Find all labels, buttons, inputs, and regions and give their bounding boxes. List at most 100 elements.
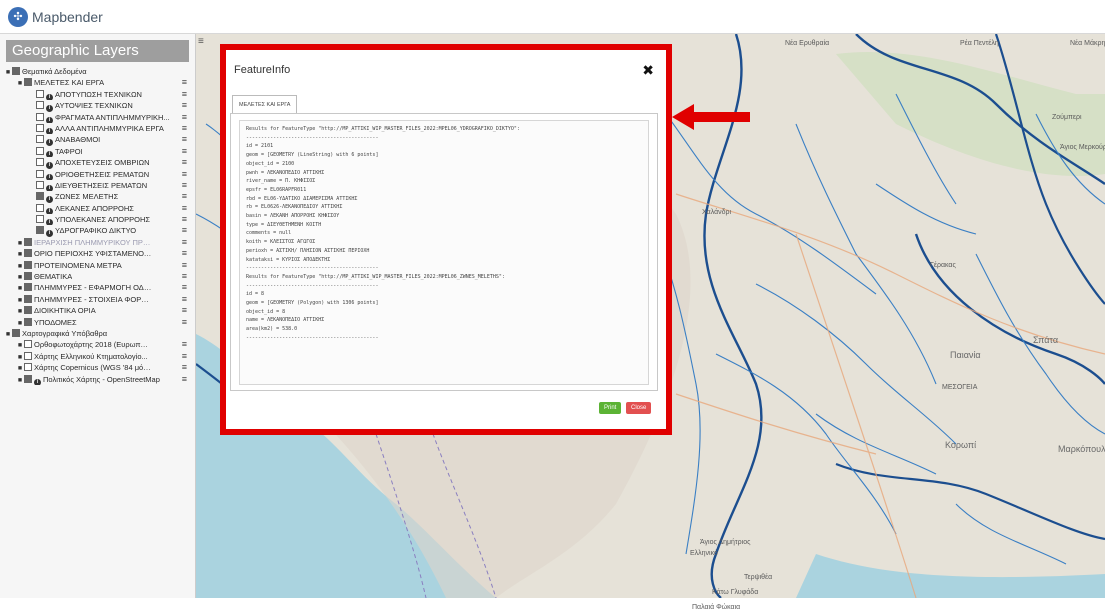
layer-menu-icon[interactable]: ≡ xyxy=(182,294,187,305)
layer-checkbox[interactable] xyxy=(36,135,44,144)
layer-checkbox[interactable] xyxy=(36,226,44,235)
layer-tree-item[interactable]: i ΥΔΡΟΓΡΑΦΙΚΟ ΔΙΚΤΥΟ ≡ xyxy=(0,225,195,237)
layer-menu-icon[interactable]: ≡ xyxy=(182,77,187,88)
layer-tree-item[interactable]: i ΑΝΑΒΑΘΜΟΙ ≡ xyxy=(0,134,195,146)
layer-tree-item[interactable]: i ΦΡΑΓΜΑΤΑ ΑΝΤΙΠΛΗΜΜΥΡΙΚΗ... ≡ xyxy=(0,112,195,123)
layer-checkbox[interactable] xyxy=(36,123,44,132)
layer-checkbox[interactable] xyxy=(24,351,32,360)
layer-menu-icon[interactable]: ≡ xyxy=(182,374,187,385)
layer-checkbox[interactable] xyxy=(36,169,44,178)
close-button[interactable]: Close xyxy=(626,402,652,414)
layer-checkbox[interactable] xyxy=(24,78,32,87)
layer-menu-icon[interactable]: ≡ xyxy=(182,89,187,100)
layer-tree-item[interactable]: i ΑΥΤΟΨΙΕΣ ΤΕΧΝΙΚΩΝ ≡ xyxy=(0,100,195,112)
print-button[interactable]: Print xyxy=(599,402,622,414)
layer-menu-icon[interactable]: ≡ xyxy=(182,134,187,145)
folder-icon[interactable]: ■ xyxy=(16,283,24,293)
layer-checkbox[interactable] xyxy=(36,89,44,98)
layer-checkbox[interactable] xyxy=(24,374,32,383)
sidebar-toggle-icon[interactable]: ≡ xyxy=(198,36,204,47)
info-icon[interactable]: i xyxy=(34,378,41,385)
layer-menu-icon[interactable]: ≡ xyxy=(182,317,187,328)
layer-checkbox[interactable] xyxy=(36,203,44,212)
layer-checkbox[interactable] xyxy=(36,146,44,155)
layer-menu-icon[interactable]: ≡ xyxy=(182,271,187,282)
layer-tree-item[interactable]: ■ Χάρτης Copernicus (WGS '84 μόν... ≡ xyxy=(0,362,195,373)
layer-tree-item[interactable]: ■ Ορθοφωτοχάρτης 2018 (Ευρωπαϊ... ≡ xyxy=(0,339,195,350)
layer-tree-item[interactable]: i ΖΩΝΕΣ ΜΕΛΕΤΗΣ ≡ xyxy=(0,191,195,203)
layer-menu-icon[interactable]: ≡ xyxy=(182,214,187,225)
layer-menu-icon[interactable]: ≡ xyxy=(182,248,187,259)
folder-icon[interactable]: ■ xyxy=(16,340,24,350)
layer-tree-item[interactable]: i ΟΡΙΟΘΕΤΗΣΕΙΣ ΡΕΜΑΤΩΝ ≡ xyxy=(0,169,195,180)
layer-menu-icon[interactable]: ≡ xyxy=(182,260,187,271)
layer-tree-item[interactable]: i ΤΑΦΡΟΙ ≡ xyxy=(0,146,195,158)
folder-icon[interactable]: ■ xyxy=(16,272,24,282)
layer-tree-item[interactable]: i ΔΙΕΥΘΕΤΗΣΕΙΣ ΡΕΜΑΤΩΝ ≡ xyxy=(0,180,195,192)
layer-tree-item[interactable]: i ΑΠΟΤΥΠΩΣΗ ΤΕΧΝΙΚΩΝ ≡ xyxy=(0,89,195,101)
folder-icon[interactable]: ■ xyxy=(16,249,24,259)
layer-menu-icon[interactable]: ≡ xyxy=(182,112,187,123)
layer-tree-item[interactable]: i ΛΕΚΑΝΕΣ ΑΠΟΡΡΟΗΣ ≡ xyxy=(0,203,195,215)
layer-checkbox[interactable] xyxy=(24,317,32,326)
layer-menu-icon[interactable]: ≡ xyxy=(182,282,187,293)
folder-icon[interactable]: ■ xyxy=(4,329,12,339)
layer-tree-item[interactable]: ■ ΟΡΙΟ ΠΕΡΙΟΧΗΣ ΥΦΙΣΤΑΜΕΝΟΥ ... ≡ xyxy=(0,248,195,259)
layer-menu-icon[interactable]: ≡ xyxy=(182,305,187,316)
layer-menu-icon[interactable]: ≡ xyxy=(182,339,187,350)
layer-menu-icon[interactable]: ≡ xyxy=(182,100,187,111)
folder-icon[interactable]: ■ xyxy=(16,318,24,328)
layer-checkbox[interactable] xyxy=(36,180,44,189)
layer-menu-icon[interactable]: ≡ xyxy=(182,225,187,236)
layer-checkbox[interactable] xyxy=(36,158,44,167)
layer-tree-item[interactable]: ■ ΜΕΛΕΤΕΣ ΚΑΙ ΕΡΓΑ ≡ xyxy=(0,77,195,88)
layer-checkbox[interactable] xyxy=(24,237,32,246)
layer-checkbox[interactable] xyxy=(36,192,44,201)
tab-meletes-kai-erga[interactable]: ΜΕΛΕΤΕΣ ΚΑΙ ΕΡΓΑ xyxy=(232,95,298,114)
layer-tree-item[interactable]: ■ Χάρτης Ελληνικού Κτηματολογίο... ≡ xyxy=(0,351,195,362)
folder-icon[interactable]: ■ xyxy=(16,352,24,362)
layer-checkbox[interactable] xyxy=(36,215,44,224)
layer-tree-item[interactable]: ■ ΔΙΟΙΚΗΤΙΚΑ ΟΡΙΑ ≡ xyxy=(0,305,195,316)
folder-icon[interactable]: ■ xyxy=(16,306,24,316)
layer-checkbox[interactable] xyxy=(24,260,32,269)
folder-icon[interactable]: ■ xyxy=(16,375,24,385)
layer-checkbox[interactable] xyxy=(24,363,32,372)
folder-icon[interactable]: ■ xyxy=(16,261,24,271)
folder-icon[interactable]: ■ xyxy=(16,363,24,373)
layer-menu-icon[interactable]: ≡ xyxy=(182,157,187,168)
layer-checkbox[interactable] xyxy=(24,340,32,349)
layer-tree-item[interactable]: i ΑΠΟΧΕΤΕΥΣΕΙΣ ΟΜΒΡΙΩΝ ≡ xyxy=(0,157,195,169)
layer-menu-icon[interactable]: ≡ xyxy=(182,191,187,202)
layer-menu-icon[interactable]: ≡ xyxy=(182,362,187,373)
layer-menu-icon[interactable]: ≡ xyxy=(182,169,187,180)
layer-menu-icon[interactable]: ≡ xyxy=(182,180,187,191)
layer-tree-item[interactable]: ■ i Πολιτικός Χάρτης - OpenStreetMap ≡ xyxy=(0,374,195,385)
layer-menu-icon[interactable]: ≡ xyxy=(182,203,187,214)
layer-tree-item[interactable]: ■ ΠΛΗΜΜΥΡΕΣ - ΕΦΑΡΜΟΓΗ ΟΔΗΓΙ... ≡ xyxy=(0,282,195,293)
folder-icon[interactable]: ■ xyxy=(16,78,24,88)
layer-checkbox[interactable] xyxy=(12,328,20,337)
layer-tree-item[interactable]: ■ ΠΛΗΜΜΥΡΕΣ - ΣΤΟΙΧΕΙΑ ΦΟΡΕΩΝ ≡ xyxy=(0,294,195,305)
layer-checkbox[interactable] xyxy=(36,101,44,110)
layer-checkbox[interactable] xyxy=(24,294,32,303)
folder-icon[interactable]: ■ xyxy=(16,238,24,248)
layer-menu-icon[interactable]: ≡ xyxy=(182,123,187,134)
layer-checkbox[interactable] xyxy=(24,272,32,281)
folder-icon[interactable]: ■ xyxy=(16,295,24,305)
layer-checkbox[interactable] xyxy=(12,67,20,75)
layer-tree-item[interactable]: ■ ΥΠΟΔΟΜΕΣ ≡ xyxy=(0,317,195,328)
folder-icon[interactable]: ■ xyxy=(4,67,12,77)
layer-tree-item[interactable]: i ΑΛΛΑ ΑΝΤΙΠΛΗΜΜΥΡΙΚΑ ΕΡΓΑ ≡ xyxy=(0,123,195,135)
layer-menu-icon[interactable]: ≡ xyxy=(182,146,187,157)
layer-menu-icon[interactable]: ≡ xyxy=(182,237,187,248)
layer-tree-item[interactable]: ■ Χαρτογραφικά Υπόβαθρα xyxy=(0,328,195,339)
layer-checkbox[interactable] xyxy=(24,306,32,315)
layer-tree-item[interactable]: ■ Θεματικά Δεδομένα xyxy=(0,66,195,77)
layer-menu-icon[interactable]: ≡ xyxy=(182,351,187,362)
close-icon[interactable]: ✖ xyxy=(642,62,654,79)
layer-tree-item[interactable]: ■ ΙΕΡΑΡΧΙΣΗ ΠΛΗΜΜΥΡΙΚΟΥ ΠΡΟΒ... ≡ xyxy=(0,237,195,248)
layer-tree-item[interactable]: ■ ΘΕΜΑΤΙΚΑ ≡ xyxy=(0,271,195,282)
layer-tree-item[interactable]: ■ ΠΡΟΤΕΙΝΟΜΕΝΑ ΜΕΤΡΑ ≡ xyxy=(0,260,195,271)
layer-tree-item[interactable]: i ΥΠΟΛΕΚΑΝΕΣ ΑΠΟΡΡΟΗΣ ≡ xyxy=(0,214,195,226)
